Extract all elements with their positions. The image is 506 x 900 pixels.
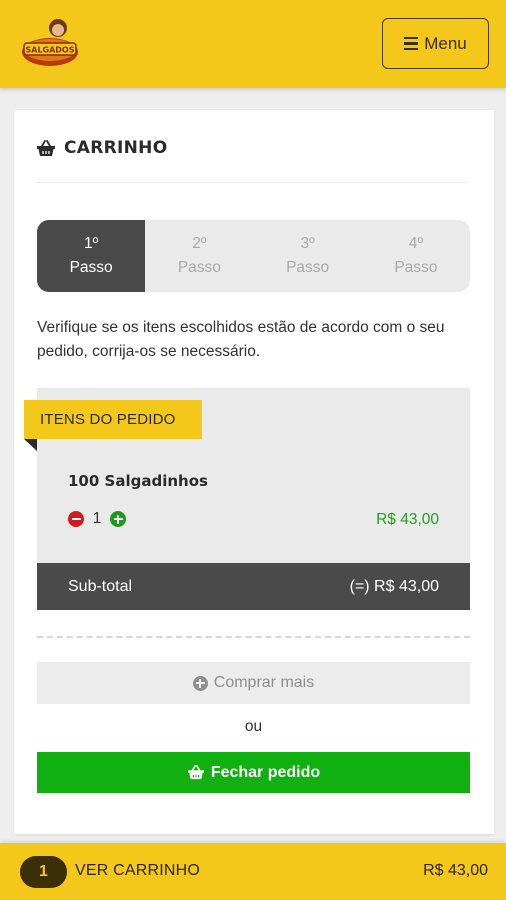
item-name: 100 Salgadinhos — [68, 472, 208, 490]
menu-button[interactable]: Menu — [382, 18, 489, 69]
header-divider — [36, 182, 470, 183]
subtotal-row: Sub-total (=) R$ 43,00 — [37, 563, 470, 610]
step-number: 1º — [83, 235, 99, 252]
step-2-tab[interactable]: 2º Passo — [145, 220, 253, 292]
plus-circle-icon[interactable] — [110, 511, 126, 527]
subtotal-label: Sub-total — [68, 577, 133, 595]
instructions-text: Verifique se os itens escolhidos estão d… — [37, 319, 445, 360]
plus-circle-icon — [192, 675, 208, 691]
quantity-stepper: 1 — [68, 510, 126, 528]
item-quantity: 1 — [92, 510, 102, 527]
cart-total: R$ 43,00 — [423, 862, 488, 879]
step-label: Passo — [286, 259, 330, 276]
page-title: CARRINHO — [64, 138, 168, 158]
step-1-tab[interactable]: 1º Passo — [37, 220, 146, 292]
view-cart-bar[interactable]: 1 VER CARRINHO R$ 43,00 — [0, 843, 506, 900]
checkout-button[interactable]: Fechar pedido — [37, 752, 470, 793]
hamburger-icon — [404, 36, 419, 51]
step-label: Passo — [177, 259, 221, 276]
menu-label: Menu — [424, 33, 467, 53]
basket-icon — [187, 765, 204, 780]
or-separator: ou — [244, 718, 263, 735]
buy-more-label: Comprar mais — [213, 674, 315, 691]
step-number: 4º — [408, 235, 424, 252]
item-price: R$ 43,00 — [376, 511, 439, 528]
brand-logo[interactable]: SALGADOS — [18, 14, 82, 70]
buy-more-button[interactable]: Comprar mais — [37, 662, 470, 704]
step-tabs: 1º Passo 2º Passo 3º Passo 4º Passo — [37, 220, 470, 292]
step-4-tab[interactable]: 4º Passo — [362, 220, 470, 292]
cart-header: CARRINHO — [36, 138, 167, 158]
cart-card: CARRINHO 1º Passo 2º Passo 3º Passo 4º P… — [14, 110, 494, 834]
step-number: 3º — [300, 235, 315, 252]
step-3-tab[interactable]: 3º Passo — [254, 220, 362, 292]
section-ribbon: ITENS DO PEDIDO — [24, 400, 202, 439]
svg-text:SALGADOS: SALGADOS — [25, 46, 74, 55]
step-label: Passo — [69, 259, 113, 276]
ribbon-fold — [24, 439, 37, 451]
basket-icon — [37, 139, 55, 156]
minus-circle-icon[interactable] — [68, 511, 84, 527]
dashed-divider — [37, 636, 470, 638]
view-cart-label: VER CARRINHO — [75, 862, 201, 879]
step-label: Passo — [394, 259, 438, 276]
top-bar: SALGADOS Menu — [0, 0, 506, 88]
subtotal-value: (=) R$ 43,00 — [349, 577, 439, 595]
order-items-panel: ITENS DO PEDIDO 100 Salgadinhos 1 R$ 43,… — [24, 388, 470, 610]
checkout-label: Fechar pedido — [210, 763, 321, 781]
step-number: 2º — [192, 235, 207, 252]
cart-count-badge: 1 — [20, 856, 67, 888]
